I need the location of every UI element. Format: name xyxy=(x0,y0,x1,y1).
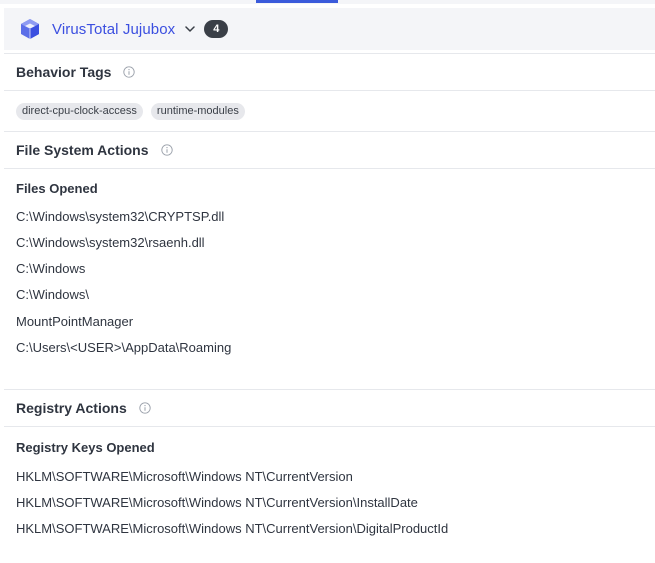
file-opened-item: C:\Users\<USER>\AppData\Roaming xyxy=(16,340,232,355)
info-icon[interactable] xyxy=(139,402,151,414)
active-tab-indicator xyxy=(256,0,338,3)
registry-key-item: HKLM\SOFTWARE\Microsoft\Windows NT\Curre… xyxy=(16,521,449,536)
behavior-tags-section-title: Behavior Tags xyxy=(16,64,136,80)
file-system-title: File System Actions xyxy=(16,142,149,158)
file-system-section-title: File System Actions xyxy=(16,142,173,158)
divider xyxy=(4,389,655,390)
file-opened-item: C:\Windows\system32\CRYPTSP.dll xyxy=(16,209,225,224)
registry-title: Registry Actions xyxy=(16,400,127,416)
file-opened-item: C:\Windows xyxy=(16,261,86,276)
divider xyxy=(4,426,655,427)
divider xyxy=(4,90,655,91)
divider xyxy=(4,168,655,169)
behavior-tags-list: direct-cpu-clock-access runtime-modules xyxy=(16,103,245,120)
registry-keys-opened-title: Registry Keys Opened xyxy=(16,440,155,455)
registry-section-title: Registry Actions xyxy=(16,400,151,416)
divider xyxy=(4,131,655,132)
sandbox-cube-icon xyxy=(18,17,42,41)
registry-key-item: HKLM\SOFTWARE\Microsoft\Windows NT\Curre… xyxy=(16,495,418,510)
behavior-tag[interactable]: direct-cpu-clock-access xyxy=(16,103,143,120)
file-opened-item: C:\Windows\system32\rsaenh.dll xyxy=(16,235,205,250)
file-opened-item: C:\Windows\ xyxy=(16,287,89,302)
sandbox-report-page: VirusTotal Jujubox 4 Behavior Tags direc… xyxy=(0,0,655,563)
sandbox-name: VirusTotal Jujubox xyxy=(52,20,176,38)
divider xyxy=(4,53,655,54)
info-icon[interactable] xyxy=(160,144,173,156)
file-opened-item: MountPointManager xyxy=(16,314,134,329)
registry-key-item: HKLM\SOFTWARE\Microsoft\Windows NT\Curre… xyxy=(16,469,353,484)
sandbox-count-badge: 4 xyxy=(204,20,229,38)
tab-strip xyxy=(0,0,655,4)
files-opened-title: Files Opened xyxy=(16,181,98,196)
info-icon[interactable] xyxy=(123,66,136,78)
behavior-tags-title: Behavior Tags xyxy=(16,64,112,80)
sandbox-header[interactable]: VirusTotal Jujubox 4 xyxy=(4,8,655,50)
behavior-tag[interactable]: runtime-modules xyxy=(150,103,245,120)
chevron-down-icon[interactable] xyxy=(184,23,196,35)
